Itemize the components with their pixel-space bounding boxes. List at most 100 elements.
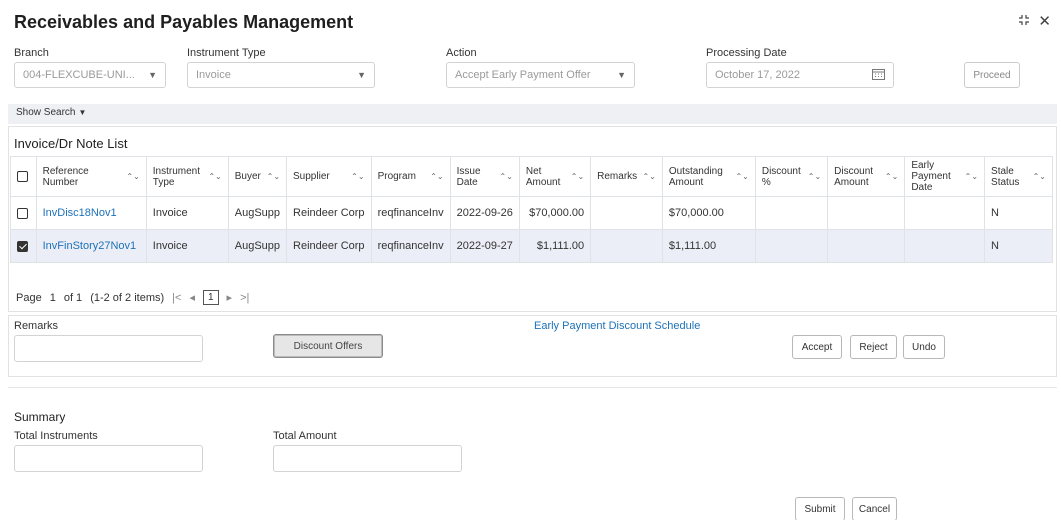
outstanding-cell: $70,000.00 <box>661 196 756 230</box>
reference-cell[interactable]: InvFinStory27Nov1 <box>35 229 147 263</box>
net-amount-cell: $1,111.00 <box>518 229 592 263</box>
buyer-cell: AugSupp <box>227 229 288 263</box>
page-label: Page <box>16 291 42 304</box>
col-header[interactable]: Net Amount ⌃⌄ <box>518 156 592 197</box>
processing-date-input[interactable]: October 17, 2022 <box>706 62 894 88</box>
page-number: 1 <box>49 291 56 304</box>
supplier-cell: Reindeer Corp <box>286 229 372 263</box>
close-icon[interactable]: ✕ <box>1038 12 1051 30</box>
col-header[interactable]: Stale Status ⌃⌄ <box>984 156 1053 197</box>
issue-date-cell: 2022-09-27 <box>449 229 520 263</box>
sort-icon[interactable]: ⌃⌄ <box>808 171 821 182</box>
col-header[interactable]: Issue Date ⌃⌄ <box>449 156 520 197</box>
sort-icon[interactable]: ⌃⌄ <box>965 171 978 182</box>
row-select-cell[interactable] <box>10 229 37 263</box>
stale-cell: N <box>984 229 1053 263</box>
discount-pct-cell <box>754 229 829 263</box>
col-header[interactable]: Outstanding Amount ⌃⌄ <box>661 156 756 197</box>
current-page-button[interactable]: 1 <box>202 290 219 305</box>
table-row[interactable]: InvDisc18Nov1 Invoice AugSupp Reindeer C… <box>10 196 1053 230</box>
prev-page-icon[interactable]: ◂ <box>189 291 195 304</box>
discount-pct-cell <box>754 196 829 230</box>
sort-icon[interactable]: ⌃⌄ <box>430 171 443 182</box>
branch-value: 004-FLEXCUBE-UNI... <box>23 69 135 81</box>
instrument-type-value: Invoice <box>196 69 231 81</box>
sort-icon[interactable]: ⌃⌄ <box>126 171 139 182</box>
submit-button[interactable]: Submit <box>795 497 845 520</box>
sort-icon[interactable]: ⌃⌄ <box>267 171 280 182</box>
invoice-table: Reference Number ⌃⌄ Instrument Type ⌃⌄ Buy… <box>10 156 1053 263</box>
reference-cell[interactable]: InvDisc18Nov1 <box>35 196 147 230</box>
net-amount-cell: $70,000.00 <box>518 196 592 230</box>
discount-offers-button[interactable]: Discount Offers <box>273 334 383 358</box>
accept-button[interactable]: Accept <box>792 335 842 359</box>
processing-date-value: October 17, 2022 <box>715 69 801 81</box>
caret-down-icon: ▼ <box>78 108 87 117</box>
branch-label: Branch <box>14 47 49 59</box>
reference-link[interactable]: InvDisc18Nov1 <box>43 207 117 219</box>
col-header[interactable]: Remarks ⌃⌄ <box>590 156 663 197</box>
col-header[interactable]: Discount % ⌃⌄ <box>754 156 829 197</box>
reject-button[interactable]: Reject <box>850 335 897 359</box>
early-payment-date-cell <box>904 196 986 230</box>
show-search-toggle[interactable]: Show Search ▼ <box>8 104 1057 124</box>
chevron-down-icon: ▼ <box>148 70 157 80</box>
action-value: Accept Early Payment Offer <box>455 69 591 81</box>
select-all-cell[interactable] <box>10 156 37 197</box>
last-page-icon[interactable]: >| <box>240 292 249 304</box>
collapse-arrows-icon[interactable] <box>1018 13 1030 30</box>
sort-icon[interactable]: ⌃⌄ <box>735 171 748 182</box>
sort-icon[interactable]: ⌃⌄ <box>208 171 221 182</box>
col-header[interactable]: Instrument Type ⌃⌄ <box>145 156 229 197</box>
proceed-button[interactable]: Proceed <box>964 62 1020 88</box>
instrument-type-select[interactable]: Invoice ▼ <box>187 62 375 88</box>
table-row[interactable]: InvFinStory27Nov1 Invoice AugSupp Reinde… <box>10 229 1053 263</box>
summary-title: Summary <box>14 410 66 424</box>
early-payment-schedule-link[interactable]: Early Payment Discount Schedule <box>534 320 700 332</box>
sort-icon[interactable]: ⌃⌄ <box>351 171 364 182</box>
invoice-list-title: Invoice/Dr Note List <box>14 136 128 151</box>
action-select[interactable]: Accept Early Payment Offer ▼ <box>446 62 635 88</box>
first-page-icon[interactable]: |< <box>172 292 181 304</box>
total-instruments-field <box>14 445 203 472</box>
section-divider <box>8 387 1057 388</box>
pagination: Page 1 of 1 (1-2 of 2 items) |< ◂ 1 ▸ >| <box>16 290 249 305</box>
table-header-row: Reference Number ⌃⌄ Instrument Type ⌃⌄ Buy… <box>10 156 1053 197</box>
reference-link[interactable]: InvFinStory27Nov1 <box>43 240 137 252</box>
calendar-icon[interactable] <box>872 68 885 82</box>
type-cell: Invoice <box>145 196 229 230</box>
undo-button[interactable]: Undo <box>903 335 945 359</box>
sort-icon[interactable]: ⌃⌄ <box>1033 171 1046 182</box>
page-items: (1-2 of 2 items) <box>90 291 165 304</box>
sort-icon[interactable]: ⌃⌄ <box>571 171 584 182</box>
discount-amount-cell <box>827 196 906 230</box>
sort-icon[interactable]: ⌃⌄ <box>499 171 512 182</box>
remarks-input[interactable] <box>14 335 203 362</box>
instrument-type-label: Instrument Type <box>187 47 266 59</box>
remarks-cell <box>590 196 663 230</box>
next-page-icon[interactable]: ▸ <box>227 291 233 304</box>
page-of: of 1 <box>63 291 83 304</box>
early-payment-date-cell <box>904 229 986 263</box>
sort-icon[interactable]: ⌃⌄ <box>642 171 655 182</box>
buyer-cell: AugSupp <box>227 196 288 230</box>
col-header[interactable]: Reference Number ⌃⌄ <box>35 156 147 197</box>
total-amount-label: Total Amount <box>273 430 337 442</box>
col-header[interactable]: Supplier ⌃⌄ <box>286 156 372 197</box>
row-checkbox[interactable] <box>17 240 28 252</box>
row-select-cell[interactable] <box>10 196 37 230</box>
action-label: Action <box>446 47 477 59</box>
col-header[interactable]: Early Payment Date ⌃⌄ <box>904 156 986 197</box>
col-header[interactable]: Program ⌃⌄ <box>370 156 451 197</box>
cancel-button[interactable]: Cancel <box>852 497 897 520</box>
sort-icon[interactable]: ⌃⌄ <box>885 171 898 182</box>
col-header[interactable]: Buyer ⌃⌄ <box>227 156 288 197</box>
select-all-checkbox[interactable] <box>17 170 28 182</box>
row-checkbox[interactable] <box>17 207 28 219</box>
show-search-label: Show Search <box>16 107 76 118</box>
branch-select[interactable]: 004-FLEXCUBE-UNI... ▼ <box>14 62 166 88</box>
issue-date-cell: 2022-09-26 <box>449 196 520 230</box>
page-title: Receivables and Payables Management <box>14 12 354 32</box>
remarks-label: Remarks <box>14 320 59 332</box>
col-header[interactable]: Discount Amount ⌃⌄ <box>827 156 906 197</box>
